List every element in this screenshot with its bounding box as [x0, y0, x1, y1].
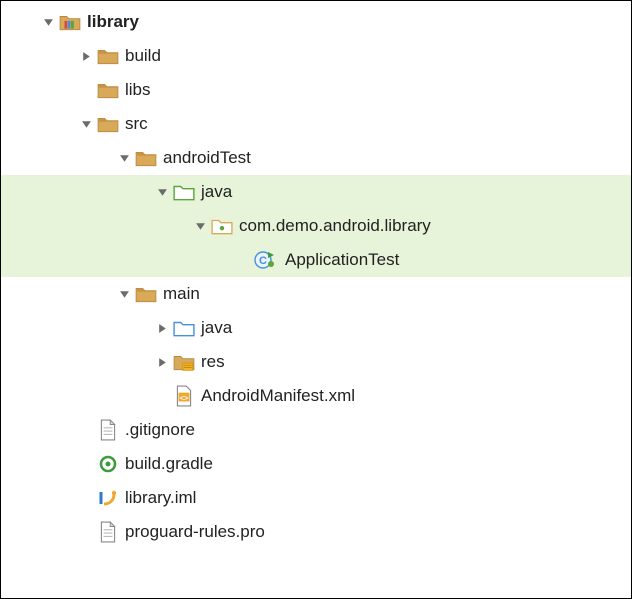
tree-label: com.demo.android.library	[239, 216, 431, 236]
tree-label: src	[125, 114, 148, 134]
tree-item-library[interactable]: library	[1, 5, 631, 39]
chevron-right-icon[interactable]	[155, 321, 169, 335]
tree-label: library	[87, 12, 139, 32]
package-icon	[211, 215, 233, 237]
tree-item-manifest[interactable]: AndroidManifest.xml	[1, 379, 631, 413]
module-library-icon	[59, 11, 81, 33]
tree-item-build[interactable]: build	[1, 39, 631, 73]
tree-label: .gitignore	[125, 420, 195, 440]
tree-item-gitignore[interactable]: .gitignore	[1, 413, 631, 447]
resources-folder-icon	[173, 351, 195, 373]
folder-icon	[97, 45, 119, 67]
tree-label: res	[201, 352, 225, 372]
project-tree: library build libs src androidTest java …	[1, 1, 631, 553]
tree-item-libs[interactable]: libs	[1, 73, 631, 107]
tree-item-androidtest[interactable]: androidTest	[1, 141, 631, 175]
tree-label: library.iml	[125, 488, 196, 508]
chevron-down-icon[interactable]	[117, 151, 131, 165]
tree-label: main	[163, 284, 200, 304]
chevron-down-icon[interactable]	[193, 219, 207, 233]
folder-icon	[135, 283, 157, 305]
tree-item-main[interactable]: main	[1, 277, 631, 311]
tree-label: java	[201, 318, 232, 338]
tree-label: androidTest	[163, 148, 251, 168]
chevron-right-icon[interactable]	[79, 49, 93, 63]
tree-item-res[interactable]: res	[1, 345, 631, 379]
tree-label: AndroidManifest.xml	[201, 386, 355, 406]
tree-label: java	[201, 182, 232, 202]
tree-item-src[interactable]: src	[1, 107, 631, 141]
tree-label: ApplicationTest	[285, 250, 399, 270]
tree-item-java-test[interactable]: java	[1, 175, 631, 209]
chevron-down-icon[interactable]	[79, 117, 93, 131]
iml-icon	[97, 487, 119, 509]
chevron-down-icon[interactable]	[117, 287, 131, 301]
folder-icon	[135, 147, 157, 169]
chevron-down-icon[interactable]	[155, 185, 169, 199]
folder-icon	[97, 79, 119, 101]
xml-file-icon	[173, 385, 195, 407]
tree-item-build-gradle[interactable]: build.gradle	[1, 447, 631, 481]
file-icon	[97, 419, 119, 441]
folder-icon	[97, 113, 119, 135]
tree-label: proguard-rules.pro	[125, 522, 265, 542]
test-source-folder-icon	[173, 181, 195, 203]
tree-item-package[interactable]: com.demo.android.library	[1, 209, 631, 243]
tree-item-library-iml[interactable]: library.iml	[1, 481, 631, 515]
tree-label: build	[125, 46, 161, 66]
tree-label: libs	[125, 80, 151, 100]
chevron-right-icon[interactable]	[155, 355, 169, 369]
tree-item-applicationtest[interactable]: ApplicationTest	[1, 243, 631, 277]
gradle-icon	[97, 453, 119, 475]
runnable-class-icon	[249, 249, 279, 271]
tree-item-java-main[interactable]: java	[1, 311, 631, 345]
chevron-down-icon[interactable]	[41, 15, 55, 29]
file-icon	[97, 521, 119, 543]
tree-item-proguard[interactable]: proguard-rules.pro	[1, 515, 631, 549]
source-folder-icon	[173, 317, 195, 339]
tree-label: build.gradle	[125, 454, 213, 474]
